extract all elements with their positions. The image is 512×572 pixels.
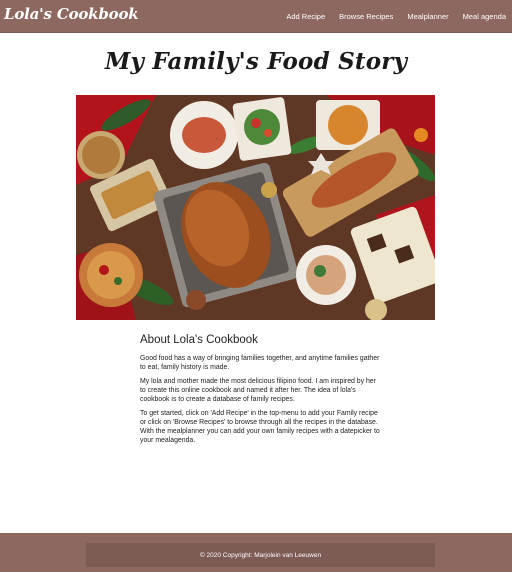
nav-link-meal-agenda[interactable]: Meal agenda <box>463 12 506 21</box>
footer-copyright: © 2020 Copyright: Marjolein van Leeuwen <box>199 551 322 559</box>
nav-link-mealplanner[interactable]: Mealplanner <box>407 12 448 21</box>
brand-logo-link[interactable]: Lola's Cookbook <box>4 5 139 23</box>
about-heading: About Lola's Cookbook <box>140 334 258 346</box>
about-paragraph-1: Good food has a way of bringing families… <box>140 355 380 371</box>
about-paragraph-2: My lola and mother made the most delicio… <box>140 378 376 403</box>
nav-links: Add Recipe Browse Recipes Mealplanner Me… <box>286 0 506 32</box>
footer: © 2020 Copyright: Marjolein van Leeuwen <box>0 533 512 572</box>
nav-link-add-recipe[interactable]: Add Recipe <box>286 12 325 21</box>
about-section: About Lola's Cookbook Good food has a wa… <box>140 334 380 450</box>
navbar: Lola's Cookbook Add Recipe Browse Recipe… <box>0 0 512 33</box>
nav-link-browse-recipes[interactable]: Browse Recipes <box>339 12 393 21</box>
footer-copyright-bar: © 2020 Copyright: Marjolein van Leeuwen <box>86 543 435 567</box>
hero-food-image <box>76 95 435 320</box>
about-paragraph-3: To get started, click on 'Add Recipe' in… <box>140 410 380 444</box>
page-title: My Family's Food Story <box>104 48 408 75</box>
